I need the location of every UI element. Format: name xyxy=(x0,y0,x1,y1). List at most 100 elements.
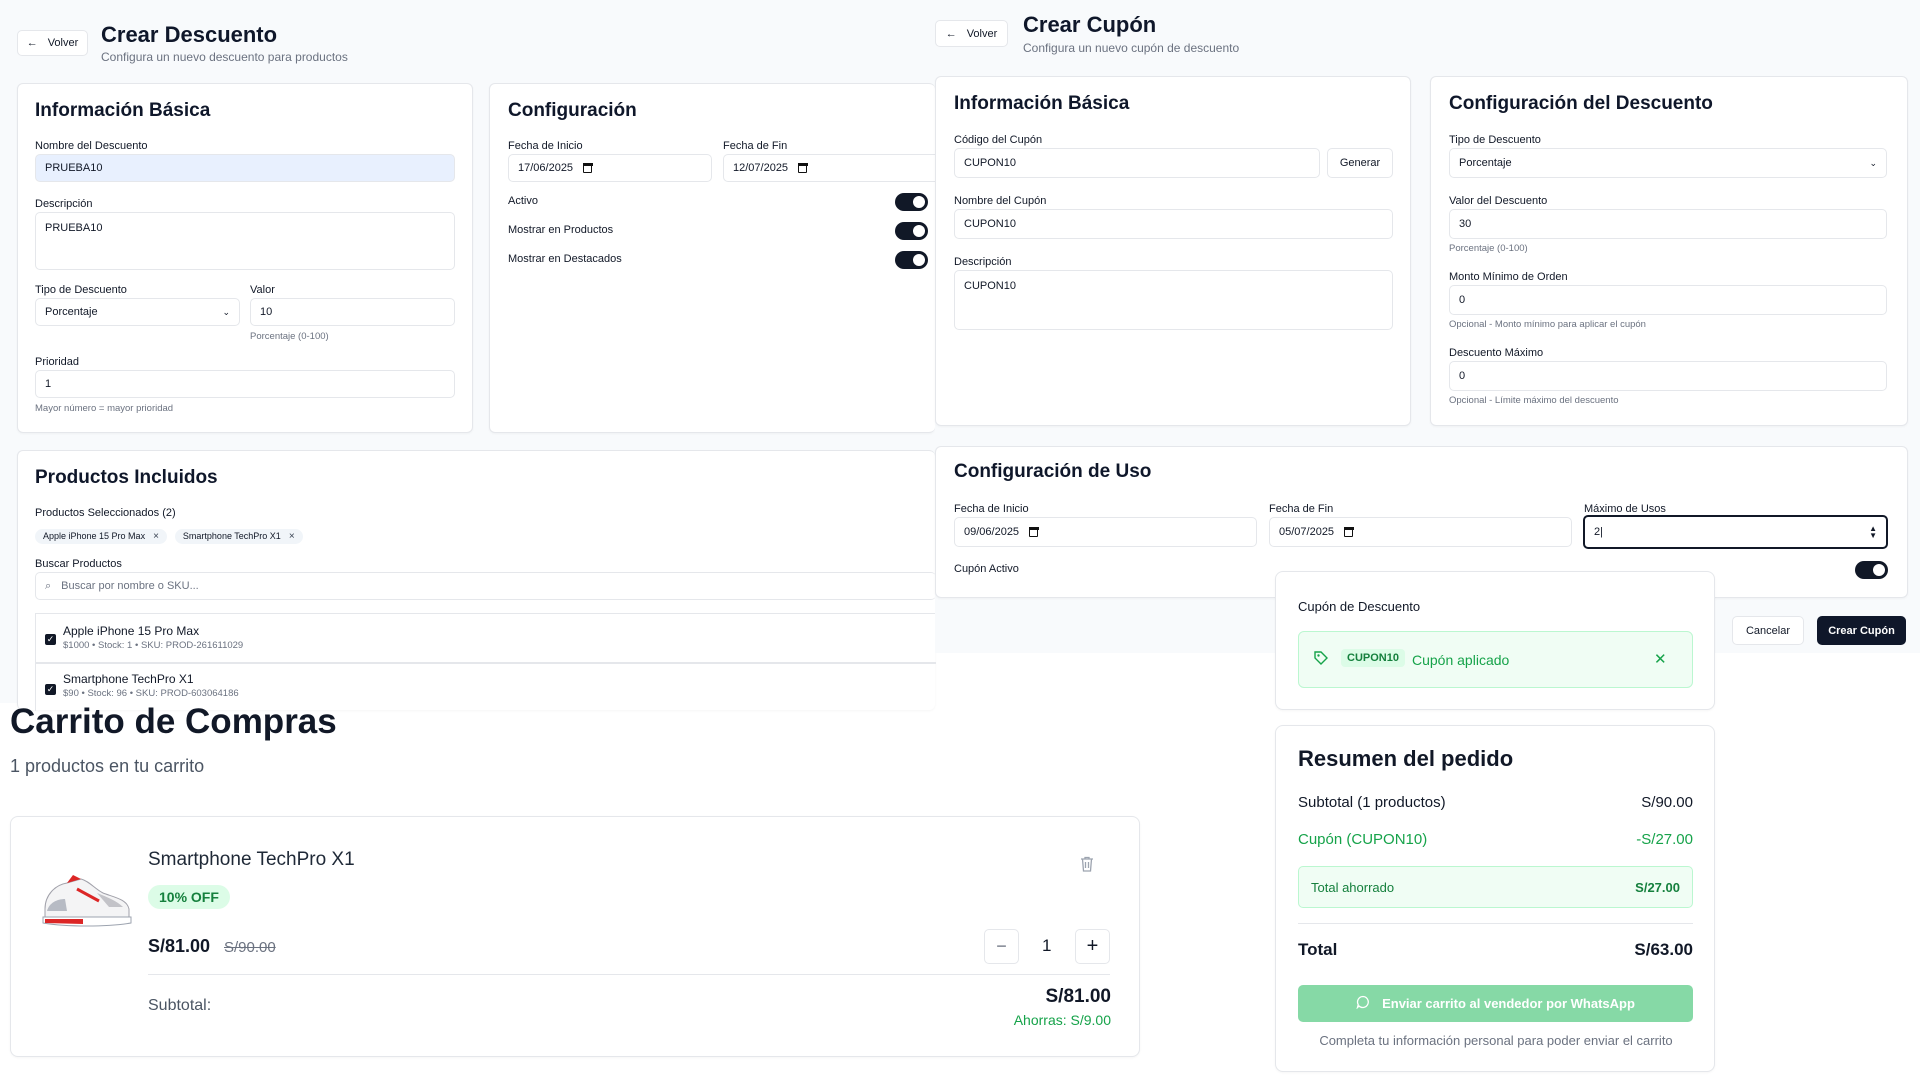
close-icon[interactable]: × xyxy=(289,531,295,542)
fecha-fin-input[interactable]: 05/07/2025 xyxy=(1269,517,1572,547)
subtotal-label: Subtotal: xyxy=(148,997,212,1014)
arrow-left-icon: ← xyxy=(945,27,957,40)
quantity-value: 1 xyxy=(1042,936,1052,955)
close-icon[interactable]: ✕ xyxy=(1654,650,1667,668)
valor-hint: Porcentaje (0-100) xyxy=(1449,243,1528,254)
seleccionados-label: Productos Seleccionados (2) xyxy=(35,507,176,519)
descripcion-textarea[interactable]: PRUEBA10 xyxy=(35,212,455,270)
carrito-title: Carrito de Compras xyxy=(10,702,337,741)
whatsapp-button[interactable]: Enviar carrito al vendedor por WhatsApp xyxy=(1298,985,1693,1022)
valor-label: Valor del Descuento xyxy=(1449,195,1548,207)
nombre-input[interactable]: PRUEBA10 xyxy=(35,154,455,182)
product-name: Apple iPhone 15 Pro Max xyxy=(63,624,200,638)
max-usos-input[interactable]: 2 | ▲ ▼ xyxy=(1583,515,1888,549)
fecha-inicio-input[interactable]: 17/06/2025 xyxy=(508,154,712,182)
fecha-fin-input[interactable]: 12/07/2025 xyxy=(723,154,936,182)
valor-label: Valor xyxy=(250,284,275,296)
cupon-row: Cupón (CUPON10) -S/27.00 xyxy=(1298,831,1693,848)
activo-label: Cupón Activo xyxy=(954,563,1019,575)
product-name: Smartphone TechPro X1 xyxy=(63,672,194,686)
toggle-label-mostrar-destacados: Mostrar en Destacados xyxy=(508,253,622,265)
tipo-label: Tipo de Descuento xyxy=(1449,134,1541,146)
checkbox[interactable]: ✓ xyxy=(45,634,56,645)
valor-input[interactable]: 10 xyxy=(250,298,455,326)
toggle-mostrar-productos[interactable] xyxy=(895,222,928,240)
fecha-inicio-label: Fecha de Inicio xyxy=(508,140,583,152)
configuracion-card: Configuración Fecha de Inicio 17/06/2025… xyxy=(489,83,936,433)
item-name: Smartphone TechPro X1 xyxy=(148,849,355,870)
arrow-left-icon: ← xyxy=(26,37,38,49)
coupon-status: Cupón aplicado xyxy=(1412,652,1510,668)
coupon-code-badge: CUPON10 xyxy=(1341,649,1405,667)
total-row: Total S/63.00 xyxy=(1298,940,1693,959)
config-descuento-card: Configuración del Descuento Tipo de Desc… xyxy=(1430,76,1908,426)
toggle-activo[interactable] xyxy=(895,193,928,211)
chip: Smartphone TechPro X1 × xyxy=(174,528,303,544)
prioridad-hint: Mayor número = mayor prioridad xyxy=(35,403,174,414)
productos-card: Productos Incluidos Productos Selecciona… xyxy=(17,450,936,711)
fecha-inicio-label: Fecha de Inicio xyxy=(954,503,1029,515)
decrease-button[interactable]: − xyxy=(984,929,1019,964)
prioridad-input[interactable]: 1 xyxy=(35,370,455,398)
info-basica-card: Información Básica Nombre del Descuento … xyxy=(17,83,473,433)
fecha-fin-label: Fecha de Fin xyxy=(723,140,788,152)
resumen-card: Resumen del pedido Subtotal (1 productos… xyxy=(1275,725,1715,1072)
valor-input[interactable]: 30 xyxy=(1449,209,1887,239)
divider xyxy=(148,974,1110,975)
max-label: Descuento Máximo xyxy=(1449,347,1544,359)
toggle-cupon-activo[interactable] xyxy=(1855,561,1888,579)
tipo-label: Tipo de Descuento xyxy=(35,284,127,296)
search-icon: ⌕ xyxy=(45,579,52,592)
tipo-select[interactable]: Porcentaje ⌄ xyxy=(1449,148,1887,178)
cancel-button[interactable]: Cancelar xyxy=(1732,616,1804,645)
carrito-subtitle: 1 productos en tu carrito xyxy=(10,756,205,776)
spinner-icon[interactable]: ▲ ▼ xyxy=(1869,525,1877,540)
back-button[interactable]: ← Volver xyxy=(17,30,88,56)
search-input[interactable]: ⌕ Buscar por nombre o SKU... xyxy=(35,572,936,600)
cupon-card-title: Cupón de Descuento xyxy=(1298,599,1421,614)
list-item[interactable]: ✓ Apple iPhone 15 Pro Max $1000 • Stock:… xyxy=(35,613,936,663)
descripcion-textarea[interactable]: CUPON10 xyxy=(954,270,1393,330)
fecha-fin-label: Fecha de Fin xyxy=(1269,503,1334,515)
toggle-mostrar-destacados[interactable] xyxy=(895,251,928,269)
back-button[interactable]: ← Volver xyxy=(935,20,1008,47)
product-meta: $90 • Stock: 96 • SKU: PROD-603064186 xyxy=(63,688,239,699)
trash-icon[interactable] xyxy=(1080,856,1094,872)
max-input[interactable]: 0 xyxy=(1449,361,1887,391)
chevron-down-icon: ⌄ xyxy=(222,306,230,317)
subtotal-value: S/81.00 xyxy=(1045,986,1112,1007)
crear-cupon-button[interactable]: Crear Cupón xyxy=(1817,616,1906,645)
fecha-inicio-input[interactable]: 09/06/2025 xyxy=(954,517,1257,547)
calendar-icon[interactable] xyxy=(582,163,593,173)
nombre-label: Nombre del Cupón xyxy=(954,195,1047,207)
max-usos-label: Máximo de Usos xyxy=(1584,503,1666,515)
calendar-icon[interactable] xyxy=(1343,527,1354,537)
monto-input[interactable]: 0 xyxy=(1449,285,1887,315)
ahorras-text: Ahorras: S/9.00 xyxy=(1013,1012,1111,1028)
subtotal-row: Subtotal (1 productos) S/90.00 xyxy=(1298,794,1693,811)
item-old-price: S/90.00 xyxy=(224,939,276,956)
monto-hint: Opcional - Monto mínimo para aplicar el … xyxy=(1449,319,1646,330)
card-title: Configuración del Descuento xyxy=(1449,93,1713,114)
checkbox[interactable]: ✓ xyxy=(45,684,56,695)
tipo-select[interactable]: Porcentaje ⌄ xyxy=(35,298,240,326)
close-icon[interactable]: × xyxy=(153,531,159,542)
tag-icon xyxy=(1313,650,1329,671)
card-title: Información Básica xyxy=(954,93,1130,114)
codigo-input[interactable]: CUPON10 xyxy=(954,148,1320,178)
chat-bubble-icon xyxy=(1356,995,1370,1012)
cart-item-card: Smartphone TechPro X1 10% OFF S/81.00 S/… xyxy=(10,816,1140,1057)
cupon-card: Cupón de Descuento CUPON10 Cupón aplicad… xyxy=(1275,571,1715,710)
total-ahorrado-box: Total ahorrado S/27.00 xyxy=(1298,866,1693,908)
descripcion-label: Descripción xyxy=(954,256,1012,268)
nombre-label: Nombre del Descuento xyxy=(35,140,148,152)
increase-button[interactable]: + xyxy=(1075,929,1110,964)
calendar-icon[interactable] xyxy=(797,163,808,173)
calendar-icon[interactable] xyxy=(1028,527,1039,537)
generar-button[interactable]: Generar xyxy=(1327,148,1393,178)
nombre-input[interactable]: CUPON10 xyxy=(954,209,1393,239)
crear-descuento-panel: ← Volver Crear Descuento Configura un nu… xyxy=(0,0,936,711)
product-meta: $1000 • Stock: 1 • SKU: PROD-261611029 xyxy=(63,640,244,651)
page-title: Crear Descuento xyxy=(101,22,278,47)
whatsapp-note: Completa tu información personal para po… xyxy=(1319,1033,1673,1048)
